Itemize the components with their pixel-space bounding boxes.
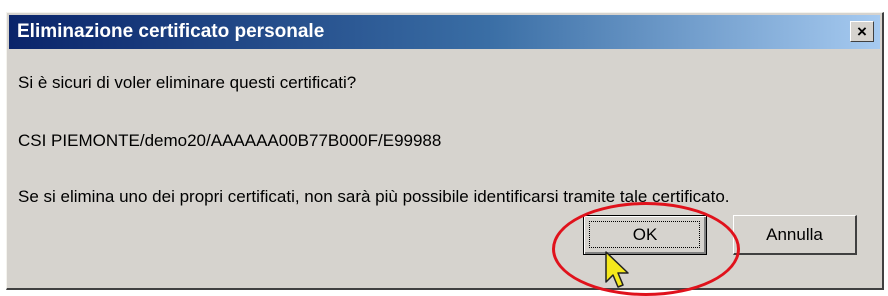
confirmation-question: Si è sicuri di voler eliminare questi ce… [18,73,357,92]
cancel-button[interactable]: Annulla [733,215,857,255]
certificate-name: CSI PIEMONTE/demo20/AAAAAA00B77B000F/E99… [18,131,442,150]
close-icon: × [857,22,867,41]
dialog-title: Eliminazione certificato personale [17,21,325,42]
cancel-button-label: Annulla [766,224,823,244]
dialog-titlebar[interactable]: Eliminazione certificato personale × [9,15,880,49]
ok-button-label: OK [632,225,658,244]
deletion-warning: Se si elimina uno dei propri certificati… [18,187,730,206]
close-button[interactable]: × [850,21,874,42]
ok-button[interactable]: OK [583,215,707,255]
